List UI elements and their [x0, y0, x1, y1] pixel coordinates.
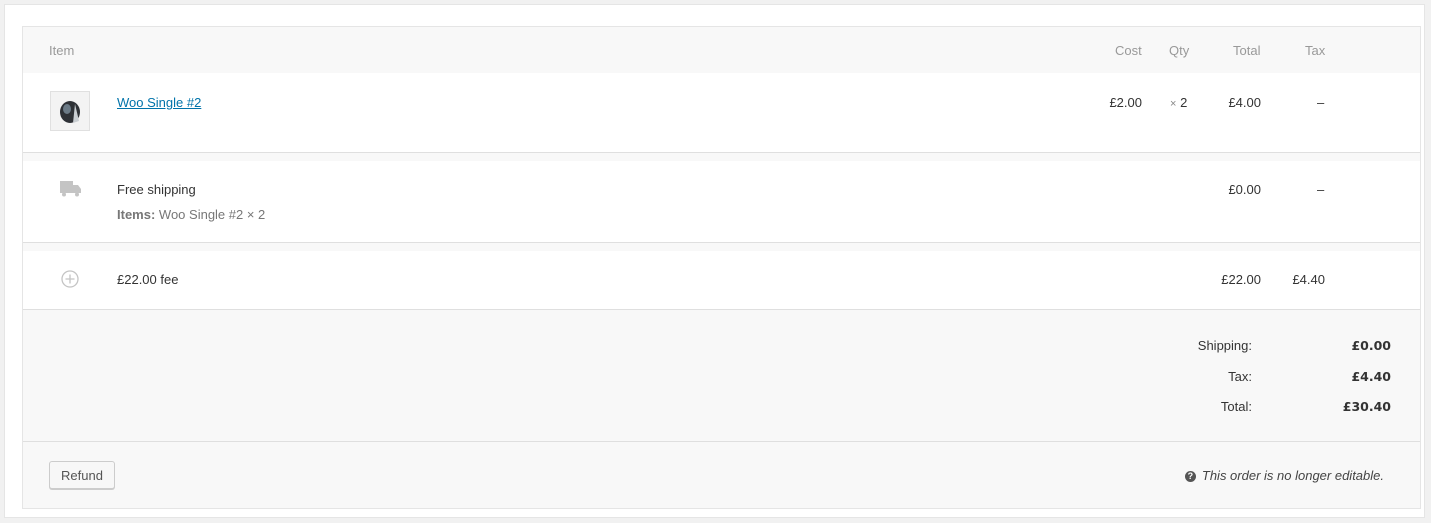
col-item: Item: [49, 43, 75, 58]
totals-value-tax: £4.40: [1351, 369, 1391, 384]
shipping-total: £0.00: [1228, 182, 1261, 197]
item-cost: £2.00: [1109, 95, 1142, 110]
row-gap: [23, 153, 1420, 161]
items-header: Item Cost Qty Total Tax: [23, 27, 1420, 74]
fee-tax: £4.40: [1292, 272, 1325, 287]
totals-label-shipping: Shipping:: [1197, 338, 1252, 353]
fee-name: £22.00 fee: [117, 272, 179, 287]
totals-label-tax: Tax:: [1228, 369, 1252, 384]
shipping-tax: –: [1317, 182, 1325, 197]
totals-value-shipping: £0.00: [1351, 338, 1391, 353]
product-thumbnail-icon: [50, 91, 90, 131]
col-total: Total: [1233, 43, 1261, 58]
col-cost: Cost: [1115, 43, 1142, 58]
help-icon: ?: [1184, 471, 1196, 482]
line-item-row: Woo Single #2 £2.00 × 2 £4.00 –: [23, 73, 1420, 153]
item-qty: × 2: [1170, 95, 1188, 110]
product-link[interactable]: Woo Single #2: [117, 95, 201, 110]
shipping-method: Free shipping: [117, 182, 196, 197]
item-tax: –: [1317, 95, 1325, 110]
not-editable-note: ? This order is no longer editable.: [1184, 468, 1384, 483]
item-total: £4.00: [1228, 95, 1261, 110]
shipping-row: Free shipping Items: Woo Single #2 × 2 £…: [23, 161, 1420, 243]
not-editable-text: This order is no longer editable.: [1201, 468, 1384, 483]
totals-label-total: Total:: [1220, 399, 1252, 414]
fee-total: £22.00: [1221, 272, 1261, 287]
refund-button[interactable]: Refund: [49, 461, 115, 489]
row-gap: [23, 243, 1420, 251]
truck-icon: [60, 181, 82, 202]
col-qty: Qty: [1169, 43, 1190, 58]
order-items-panel: Item Cost Qty Total Tax Woo Single #2 £2…: [22, 26, 1421, 509]
col-tax: Tax: [1305, 43, 1326, 58]
shipping-items: Items: Woo Single #2 × 2: [117, 207, 266, 222]
totals-value-total: £30.40: [1342, 399, 1391, 414]
plus-circle-icon: [61, 270, 79, 293]
fee-row: £22.00 fee £22.00 £4.40: [23, 251, 1420, 310]
